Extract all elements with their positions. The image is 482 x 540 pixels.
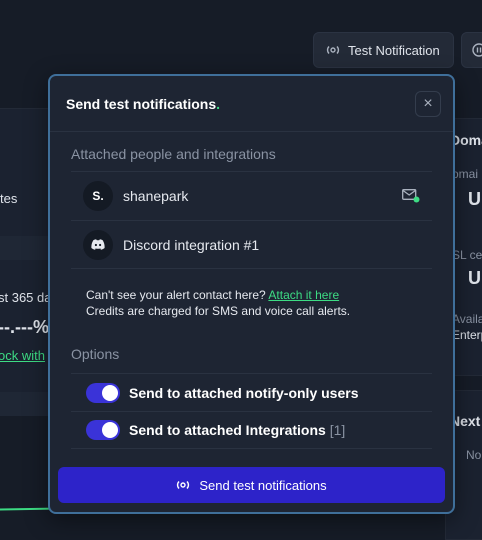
options-section-label: Options: [71, 346, 120, 362]
test-notification-label: Test Notification: [348, 42, 440, 58]
test-notifications-modal: Send test notifications. × Attached peop…: [48, 74, 455, 514]
integrations-toggle[interactable]: [86, 420, 120, 440]
toggle-knob: [102, 384, 118, 401]
option-notify-only-users: Send to attached notify-only users: [71, 373, 432, 411]
bg-partial-text: omai: [452, 167, 479, 181]
notify-only-users-toggle[interactable]: [86, 382, 120, 403]
bg-partial-text: No: [466, 448, 482, 462]
modal-title-text: Send test notifications: [66, 95, 217, 112]
toggle-knob: [102, 422, 118, 438]
bg-partial-value: U: [468, 189, 481, 209]
signal-icon: [177, 481, 190, 489]
bg-partial-text: st 365 da: [0, 290, 52, 305]
bg-partial-link[interactable]: ock with: [0, 348, 45, 363]
attached-contacts-list: S. shanepark Discord integration #1: [71, 171, 432, 269]
options-list: Send to attached notify-only users Send …: [71, 373, 432, 449]
attach-it-here-link[interactable]: Attach it here: [268, 288, 339, 302]
close-icon: ×: [423, 94, 433, 112]
bg-partial-value: U: [468, 268, 481, 288]
modal-title-dot: .: [216, 95, 221, 112]
signal-icon: [326, 46, 340, 54]
avatar: S.: [83, 181, 113, 211]
close-button[interactable]: ×: [415, 90, 441, 117]
contact-row-discord: Discord integration #1: [71, 220, 432, 269]
info-line-1: Can't see your alert contact here? Attac…: [86, 287, 432, 303]
discord-icon: [91, 239, 105, 250]
pause-icon: [472, 43, 482, 57]
bg-partial-text: Availa: [452, 312, 482, 326]
attached-section-label: Attached people and integrations: [71, 146, 276, 162]
modal-title: Send test notifications.: [66, 96, 220, 112]
integrations-count: [1]: [329, 422, 346, 438]
option-label-text: Send to attached Integrations: [129, 422, 326, 438]
bg-partial-value: --.---%: [0, 317, 49, 337]
mail-verified-icon: [402, 189, 420, 203]
contact-name: shanepark: [123, 188, 189, 204]
option-label: Send to attached notify-only users: [129, 384, 359, 401]
avatar-initial: S.: [92, 189, 104, 203]
option-integrations: Send to attached Integrations [1]: [71, 411, 432, 449]
info-prefix: Can't see your alert contact here?: [86, 288, 266, 302]
bg-partial-text: tes: [0, 191, 18, 206]
option-label: Send to attached Integrations [1]: [129, 422, 345, 438]
send-button-label: Send test notifications: [199, 477, 327, 493]
pause-button[interactable]: [461, 32, 482, 68]
bg-partial-text: Enterp: [452, 328, 482, 342]
info-line-2: Credits are charged for SMS and voice ca…: [86, 304, 351, 318]
send-test-notifications-button[interactable]: Send test notifications: [58, 467, 445, 503]
modal-header: Send test notifications. ×: [50, 76, 453, 132]
contact-name: Discord integration #1: [123, 236, 260, 253]
test-notification-button[interactable]: Test Notification: [313, 32, 454, 68]
contact-row-shanepark: S. shanepark: [71, 171, 432, 220]
bg-partial-text: SL ce: [452, 248, 482, 262]
avatar: [83, 229, 113, 260]
attach-info-text: Can't see your alert contact here? Attac…: [86, 287, 432, 319]
